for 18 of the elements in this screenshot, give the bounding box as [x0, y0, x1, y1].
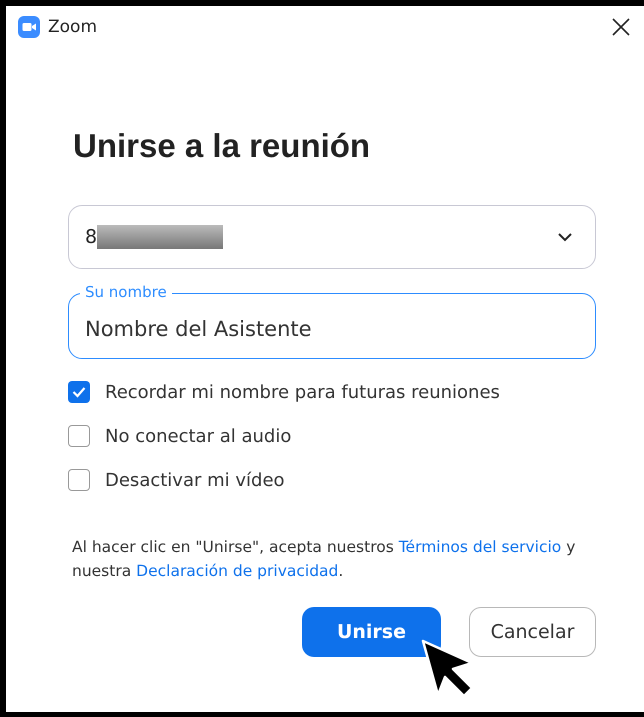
terms-notice: Al hacer clic en "Unirse", acepta nuestros Términos del servicio y nuestra Declaración de privacidad.	[72, 537, 576, 582]
window-title: Zoom	[48, 17, 98, 37]
checkbox-label: Desactivar mi vídeo	[105, 470, 285, 490]
close-button[interactable]	[610, 16, 632, 38]
checkbox-label: No conectar al audio	[105, 426, 292, 446]
checkmark-icon	[72, 386, 86, 398]
video-camera-icon	[18, 16, 40, 38]
checkbox[interactable]	[68, 425, 90, 447]
policy-link[interactable]: Declaración de privacidad	[136, 562, 338, 580]
cancel-button[interactable]: Cancelar	[469, 607, 596, 657]
checkbox[interactable]	[68, 469, 90, 491]
join-button[interactable]: Unirse	[302, 607, 441, 657]
policy-link[interactable]: Términos del servicio	[398, 538, 562, 556]
checkbox-label: Recordar mi nombre para futuras reuniones	[105, 382, 500, 402]
chevron-down-icon	[557, 232, 573, 242]
checkbox[interactable]	[68, 381, 90, 403]
meeting-id-dropdown[interactable]: 8	[68, 205, 596, 269]
dialog-heading: Unirse a la reunión	[73, 127, 372, 165]
